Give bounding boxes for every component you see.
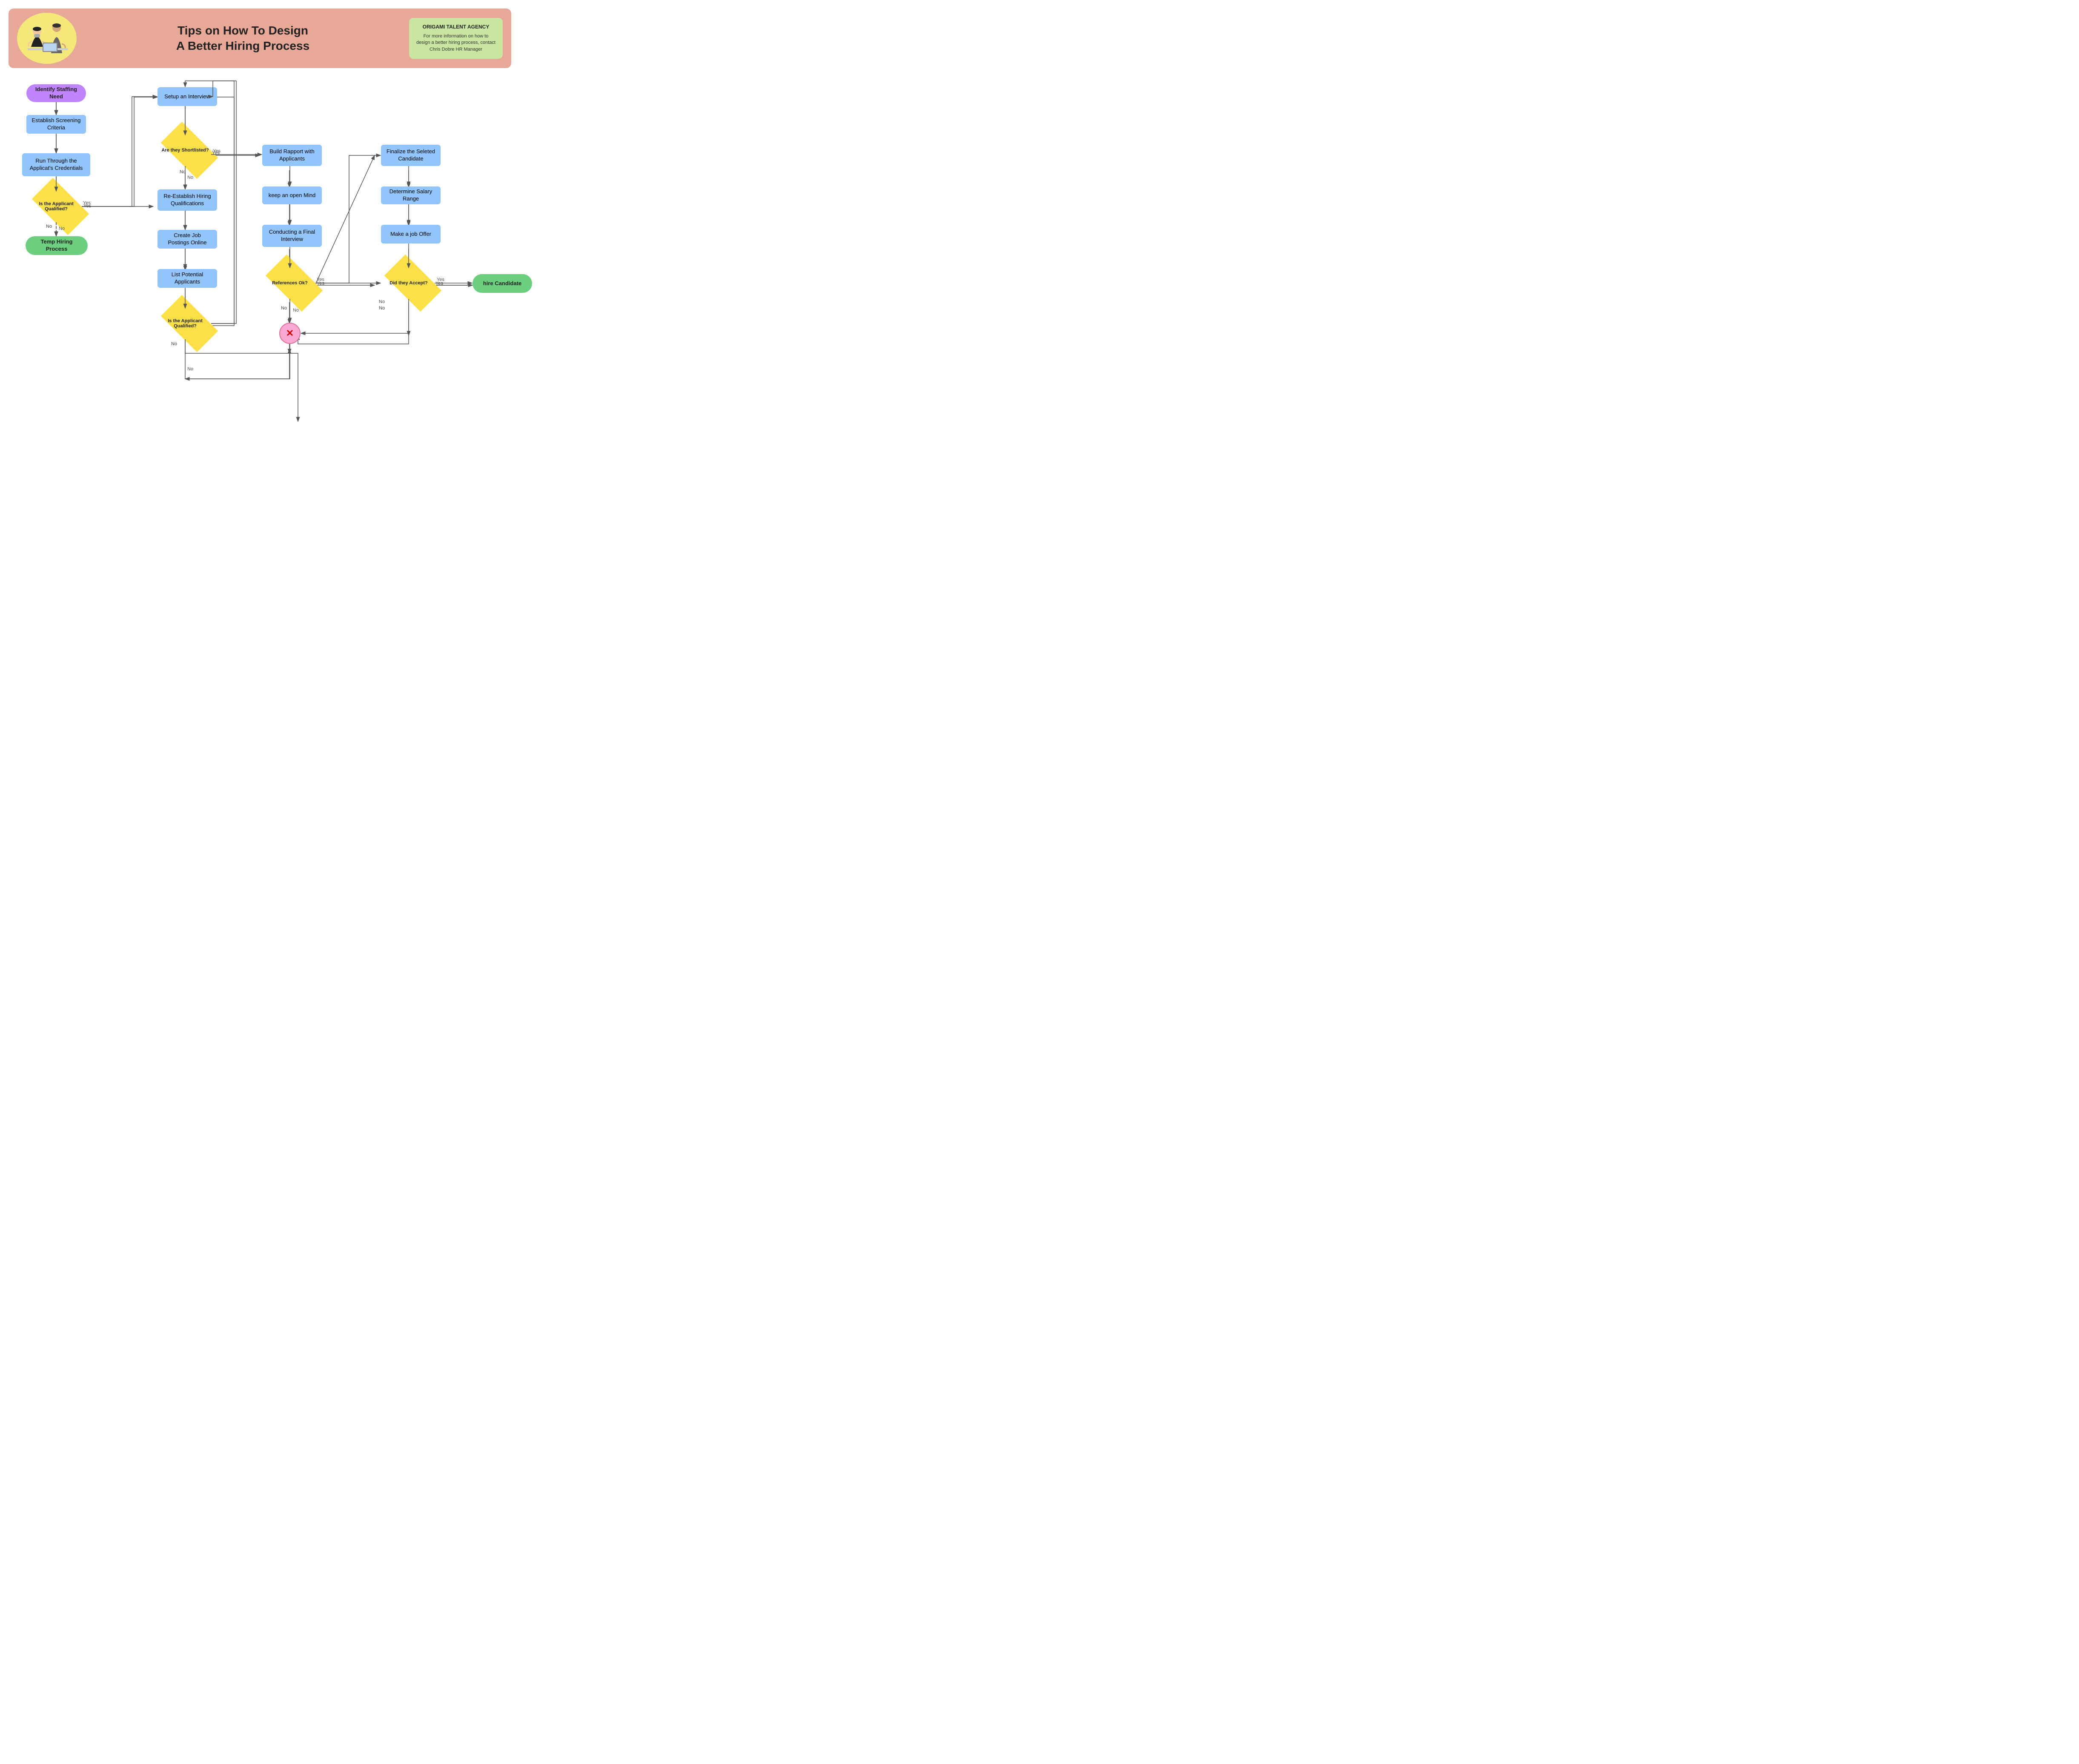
svg-text:No: No xyxy=(187,367,193,372)
info-box-text: For more information on how to design a … xyxy=(416,33,496,53)
svg-text:No: No xyxy=(379,299,385,304)
svg-text:No: No xyxy=(293,308,299,313)
header-illustration xyxy=(17,13,77,64)
yes-label-references: Yes xyxy=(317,281,324,286)
yes-label-accept: Yes xyxy=(435,281,443,286)
no-label-references: No xyxy=(281,306,287,311)
run-credentials-node: Run Through the Applicat's Credentials xyxy=(22,153,90,176)
finalize-candidate-node: Finalize the Seleted Candidate xyxy=(381,145,441,166)
list-applicants-node: List Potential Applicants xyxy=(158,269,217,288)
flowchart-area: Identify Staffing Need Establish Screeni… xyxy=(9,72,511,443)
no-label-1: No xyxy=(46,224,52,229)
build-rapport-node: Build Rapport with Applicants xyxy=(262,145,322,166)
is-qualified-2-container: Is the Applicant Qualified? xyxy=(160,309,211,338)
keep-open-mind-node: keep an open Mind xyxy=(262,186,322,204)
header-title-area: Tips on How To Design A Better Hiring Pr… xyxy=(77,23,409,54)
setup-interview-node: Setup an Interview xyxy=(158,87,217,106)
svg-text:No: No xyxy=(187,175,193,180)
yes-label-shortlisted: Yes xyxy=(212,150,220,155)
info-box-title: ORIGAMI TALENT AGENCY xyxy=(416,24,496,30)
are-shortlisted-container: Are they Shortlisted? xyxy=(160,135,211,165)
identify-staffing-node: Identify Staffing Need xyxy=(26,84,86,102)
header: Tips on How To Design A Better Hiring Pr… xyxy=(9,9,511,68)
info-box: ORIGAMI TALENT AGENCY For more informati… xyxy=(409,18,503,59)
no-label-shortlisted: No xyxy=(180,169,186,175)
did-accept-container: Did they Accept? xyxy=(383,268,434,298)
is-qualified-1-container: Is the Applicant Qualified? xyxy=(31,192,82,221)
no-label-qualified2: No xyxy=(171,341,177,346)
no-label-accept: No xyxy=(379,306,385,311)
determine-salary-node: Determine Salary Range xyxy=(381,186,441,204)
re-establish-node: Re-Establish Hiring Qualifications xyxy=(158,189,217,211)
create-postings-node: Create Job Postings Online xyxy=(158,230,217,249)
establish-screening-node: Establish Screening Criteria xyxy=(26,115,86,134)
temp-hiring-node: Temp Hiring Process xyxy=(26,236,88,255)
references-ok-container: References Ok? xyxy=(264,268,315,298)
hire-candidate-node: hire Candidate xyxy=(472,274,532,293)
yes-label-1: Yes xyxy=(83,203,91,209)
conducting-interview-node: Conducting a Final Interview xyxy=(262,225,322,247)
make-offer-node: Make a job Offer xyxy=(381,225,441,243)
header-title: Tips on How To Design A Better Hiring Pr… xyxy=(77,23,409,54)
reject-circle: ✕ xyxy=(279,323,301,344)
